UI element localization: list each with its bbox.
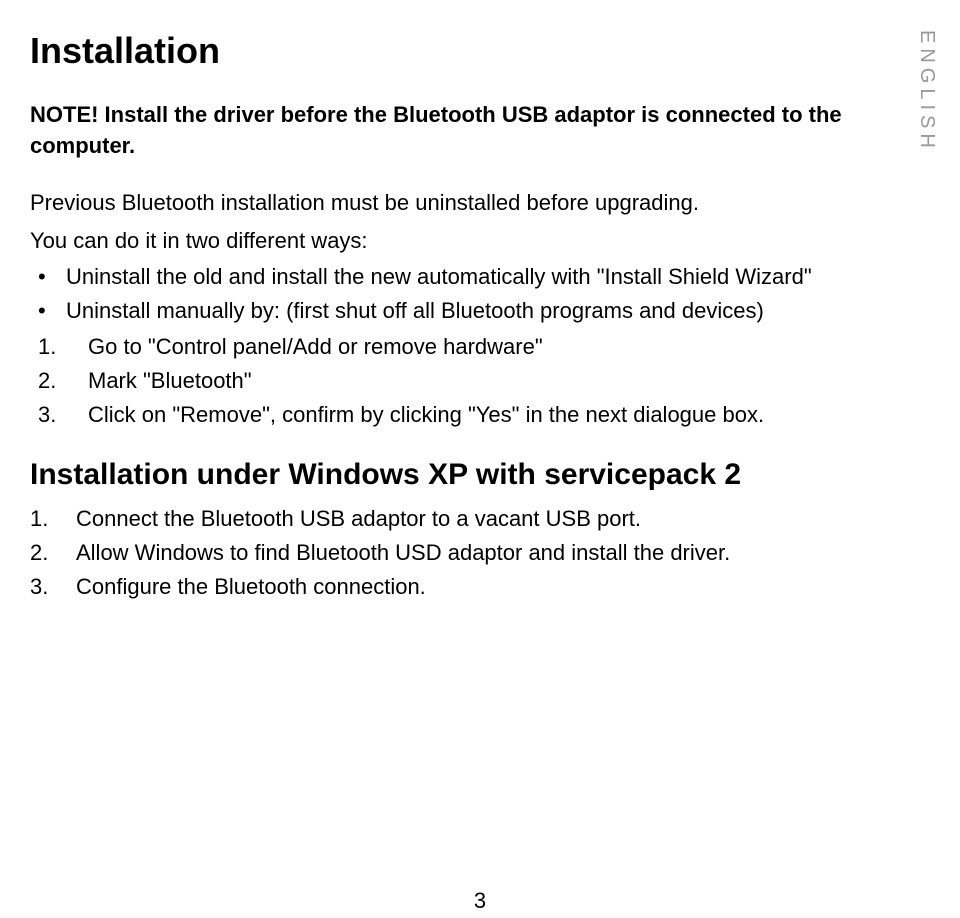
step-text: Click on "Remove", confirm by clicking "… — [88, 402, 764, 427]
step-text: Mark "Bluetooth" — [88, 368, 252, 393]
manual-uninstall-steps: 1. Go to "Control panel/Add or remove ha… — [30, 330, 910, 432]
step-number: 3. — [38, 398, 56, 432]
intro-paragraph-1: Previous Bluetooth installation must be … — [30, 186, 850, 220]
page-number: 3 — [474, 888, 486, 914]
step-text: Go to "Control panel/Add or remove hardw… — [88, 334, 543, 359]
section-heading-windows-xp: Installation under Windows XP with servi… — [30, 458, 910, 492]
list-item: 1. Go to "Control panel/Add or remove ha… — [30, 330, 850, 364]
list-item: 2. Allow Windows to find Bluetooth USD a… — [30, 536, 910, 570]
step-number: 2. — [30, 536, 48, 570]
bullet-item: Uninstall manually by: (first shut off a… — [30, 294, 850, 328]
windows-xp-install-steps: 1. Connect the Bluetooth USB adaptor to … — [30, 502, 910, 604]
step-text: Connect the Bluetooth USB adaptor to a v… — [76, 506, 641, 531]
note-text: NOTE! Install the driver before the Blue… — [30, 100, 850, 162]
step-text: Configure the Bluetooth connection. — [76, 574, 426, 599]
list-item: 1. Connect the Bluetooth USB adaptor to … — [30, 502, 910, 536]
page-title: Installation — [30, 30, 910, 72]
step-text: Allow Windows to find Bluetooth USD adap… — [76, 540, 730, 565]
intro-paragraph-2: You can do it in two different ways: — [30, 224, 850, 258]
step-number: 1. — [38, 330, 56, 364]
list-item: 3. Click on "Remove", confirm by clickin… — [30, 398, 850, 432]
language-side-label: ENGLISH — [915, 30, 938, 153]
step-number: 3. — [30, 570, 48, 604]
list-item: 2. Mark "Bluetooth" — [30, 364, 850, 398]
step-number: 2. — [38, 364, 56, 398]
step-number: 1. — [30, 502, 48, 536]
uninstall-methods-list: Uninstall the old and install the new au… — [30, 260, 910, 328]
bullet-item: Uninstall the old and install the new au… — [30, 260, 850, 294]
list-item: 3. Configure the Bluetooth connection. — [30, 570, 910, 604]
